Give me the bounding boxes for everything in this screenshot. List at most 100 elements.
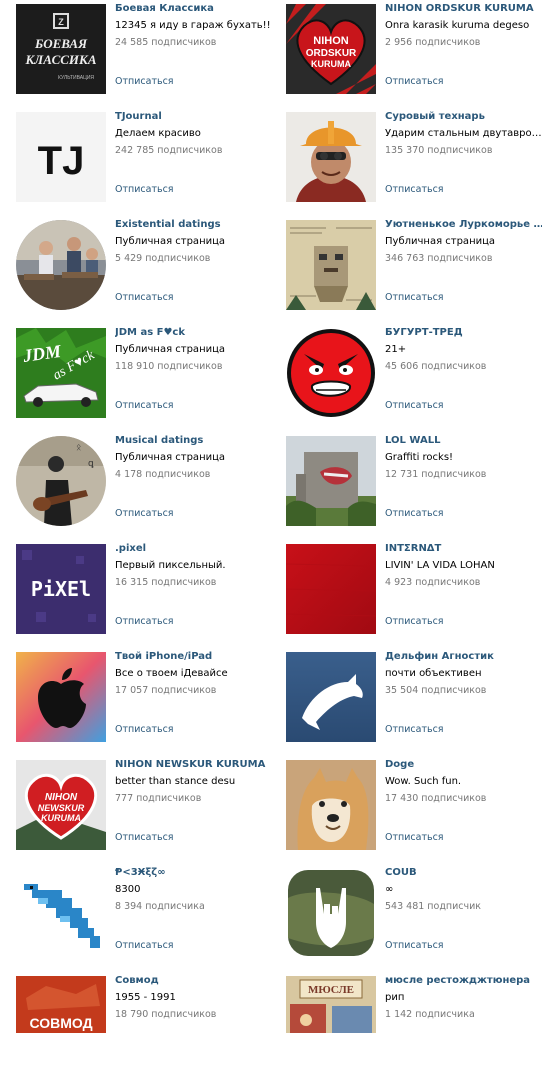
unsubscribe-link[interactable]: Отписаться <box>115 724 174 735</box>
doge-photo-icon <box>286 760 376 850</box>
community-status: ∞ <box>385 884 394 895</box>
unsubscribe-link[interactable]: Отписаться <box>385 292 444 303</box>
community-card: Твой iPhone/iPad Все о твоем iДевайсе 17… <box>16 650 278 744</box>
community-avatar[interactable]: TJ <box>16 112 106 202</box>
community-card: INTΣRNΔT LIVIN' LA VIDA LOHAN 4 923 подп… <box>286 542 542 636</box>
unsubscribe-link[interactable]: Отписаться <box>115 184 174 195</box>
community-avatar[interactable]: Z БОЕВАЯ КЛАССИКА КУЛЬТИВАЦИЯ <box>16 4 106 94</box>
community-name[interactable]: COUB <box>385 866 542 880</box>
community-avatar[interactable] <box>286 220 376 310</box>
community-avatar[interactable]: ⴾ ꝗᛟ <box>16 436 106 526</box>
community-name[interactable]: Musical datings <box>115 434 275 448</box>
subscriber-count: 135 370 подписчиков <box>385 145 493 156</box>
community-name[interactable]: JDM as F♥ck <box>115 326 275 340</box>
unsubscribe-link[interactable]: Отписаться <box>115 292 174 303</box>
community-avatar[interactable] <box>16 868 106 958</box>
community-card: PiXEl .pixel Первый пиксельный. 16 315 п… <box>16 542 278 636</box>
unsubscribe-link[interactable]: Отписаться <box>115 76 174 87</box>
svg-text:ᛟ: ᛟ <box>76 442 81 452</box>
community-avatar[interactable] <box>286 436 376 526</box>
apple-logo-icon <box>16 652 106 742</box>
svg-text:СОВМОД: СОВМОД <box>29 1015 92 1031</box>
unsubscribe-link[interactable]: Отписаться <box>385 184 444 195</box>
community-avatar[interactable] <box>16 652 106 742</box>
community-avatar[interactable] <box>286 328 376 418</box>
community-name[interactable]: TJournal <box>115 110 275 124</box>
community-status: 21+ <box>385 344 407 355</box>
subscriber-count: 8 394 подписчика <box>115 901 205 912</box>
unsubscribe-link[interactable]: Отписаться <box>385 724 444 735</box>
sovmod-logo-icon: СОВМОД <box>16 976 106 1033</box>
community-name[interactable]: Doge <box>385 758 542 772</box>
unsubscribe-link[interactable]: Отписаться <box>115 400 174 411</box>
community-name[interactable]: Ᵽ<3Ӿξζ∞ <box>115 866 275 880</box>
svg-text:TJ: TJ <box>38 139 85 183</box>
subscriber-count: 18 790 подписчиков <box>115 1009 217 1020</box>
community-status: Публичная страница <box>385 236 496 247</box>
unsubscribe-link[interactable]: Отписаться <box>115 832 174 843</box>
unsubscribe-link[interactable]: Отписаться <box>115 616 174 627</box>
svg-text:Z: Z <box>58 17 64 27</box>
community-name[interactable]: Совмод <box>115 974 275 988</box>
community-name[interactable]: INTΣRNΔT <box>385 542 542 556</box>
community-name[interactable]: Дельфин Агностик <box>385 650 542 664</box>
svg-text:ⴾ: ⴾ <box>22 446 26 456</box>
tj-logo-icon: TJ <box>16 112 106 202</box>
unsubscribe-link[interactable]: Отписаться <box>385 76 444 87</box>
svg-text:ꝗ: ꝗ <box>88 458 94 468</box>
community-avatar[interactable]: JDM as F♥ck <box>16 328 106 418</box>
community-avatar[interactable] <box>286 652 376 742</box>
community-avatar[interactable] <box>286 760 376 850</box>
subscriber-count: 1 142 подписчика <box>385 1009 475 1020</box>
unsubscribe-link[interactable]: Отписаться <box>115 940 174 951</box>
subscriber-count: 4 923 подписчиков <box>385 577 481 588</box>
graffiti-wall-photo-icon <box>286 436 376 526</box>
community-card: Doge Wow. Such fun. 17 430 подписчиков О… <box>286 758 542 852</box>
community-card: NIHON NEWSKUR KURUMA NIHON NEWSKUR KURUM… <box>16 758 278 852</box>
community-avatar[interactable]: NIHON ORDSKUR KURUMA <box>286 4 376 94</box>
unsubscribe-link[interactable]: Отписаться <box>385 400 444 411</box>
community-name[interactable]: Existential datings <box>115 218 275 232</box>
pixel-dolphin-icon <box>16 868 106 958</box>
community-name[interactable]: мюсле рестожджтюнера <box>385 974 542 988</box>
community-name[interactable]: Суровый технарь <box>385 110 542 124</box>
subscriber-count: 24 585 подписчиков <box>115 37 217 48</box>
community-avatar[interactable]: NIHON NEWSKUR KURUMA <box>16 760 106 850</box>
svg-text:PiXEl: PiXEl <box>31 577 91 601</box>
jdm-car-logo-icon: JDM as F♥ck <box>16 328 106 418</box>
community-name[interactable]: БУГУРТ-ТРЕД <box>385 326 542 340</box>
community-status: 12345 я иду в гараж бухать!! <box>115 20 271 31</box>
community-name[interactable]: NIHON NEWSKUR KURUMA <box>115 758 275 772</box>
community-name[interactable]: .pixel <box>115 542 275 556</box>
community-status: Wow. Such fun. <box>385 776 462 787</box>
subscriber-count: 35 504 подписчиков <box>385 685 487 696</box>
community-name[interactable]: LOL WALL <box>385 434 542 448</box>
subscriber-count: 242 785 подписчиков <box>115 145 223 156</box>
unsubscribe-link[interactable]: Отписаться <box>385 940 444 951</box>
unsubscribe-link[interactable]: Отписаться <box>385 616 444 627</box>
community-avatar[interactable] <box>286 544 376 634</box>
community-avatar[interactable] <box>16 220 106 310</box>
unsubscribe-link[interactable]: Отписаться <box>385 832 444 843</box>
community-avatar[interactable] <box>286 868 376 958</box>
community-name[interactable]: Уютненькое Луркоморье | ... <box>385 218 542 232</box>
community-status: 1955 - 1991 <box>115 992 176 1003</box>
subscriber-count: 5 429 подписчиков <box>115 253 211 264</box>
red-texture-icon <box>286 544 376 634</box>
community-avatar[interactable] <box>286 112 376 202</box>
community-avatar[interactable]: PiXEl <box>16 544 106 634</box>
boevaya-klassika-logo-icon: Z БОЕВАЯ КЛАССИКА КУЛЬТИВАЦИЯ <box>16 4 106 94</box>
community-card: БУГУРТ-ТРЕД 21+ 45 606 подписчиков Отпис… <box>286 326 542 420</box>
community-name[interactable]: Боевая Классика <box>115 2 275 16</box>
community-name[interactable]: NIHON ORDSKUR KURUMA <box>385 2 542 16</box>
community-status: Первый пиксельный. <box>115 560 226 571</box>
unsubscribe-link[interactable]: Отписаться <box>115 508 174 519</box>
community-avatar[interactable]: МЮСЛЕ <box>286 976 376 1033</box>
unsubscribe-link[interactable]: Отписаться <box>385 508 444 519</box>
pixel-logo-icon: PiXEl <box>16 544 106 634</box>
community-card: COUB ∞ 543 481 подписчик Отписаться <box>286 866 542 960</box>
community-card: Суровый технарь Ударим стальным двутавро… <box>286 110 542 204</box>
community-name[interactable]: Твой iPhone/iPad <box>115 650 275 664</box>
community-avatar[interactable]: СОВМОД <box>16 976 106 1033</box>
subscriber-count: 4 178 подписчиков <box>115 469 211 480</box>
